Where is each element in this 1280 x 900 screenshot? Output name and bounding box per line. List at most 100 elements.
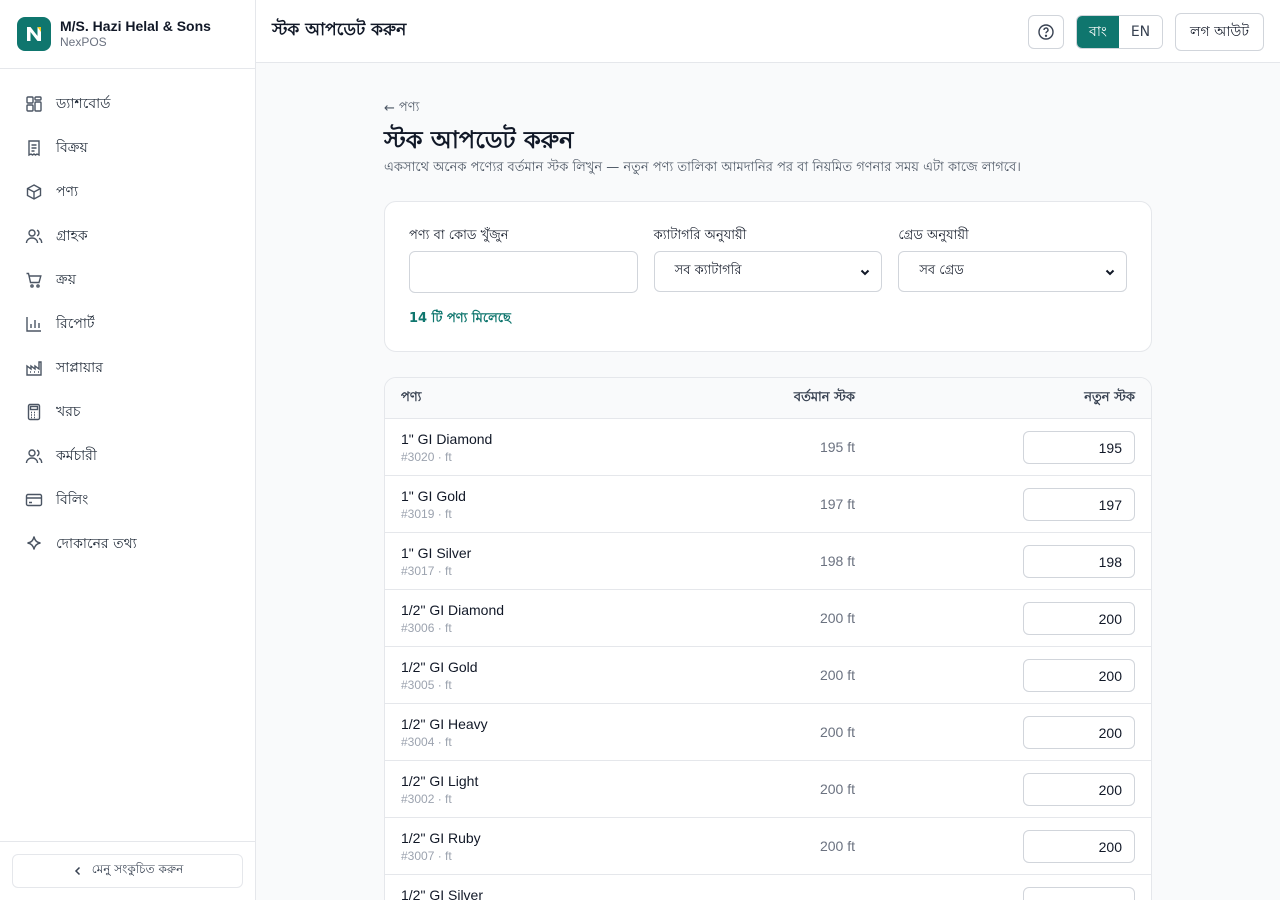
back-link-label: পণ্য [398,99,420,115]
page-description: একসাথে অনেক পণ্যের বর্তমান স্টক লিখুন — … [384,160,1021,175]
sidebar-item-reports[interactable]: রিপোর্ট [0,302,255,346]
table-row: 1/2" GI Heavy #3004 · ft 200 ft 200 [385,704,1151,761]
back-link[interactable]: ← পণ্য [384,99,1152,117]
table-row: 1/2" GI Silver [385,875,1151,900]
sidebar-item-purchases[interactable]: ক্রয় [0,258,255,302]
result-count: 14 টি পণ্য মিলেছে [409,311,511,326]
sparkle-icon [27,536,41,550]
product-name: 1/2" GI Gold [401,659,478,675]
collapse-menu-label: মেনু সংকুচিত করুন [91,862,184,876]
users-icon [25,229,43,244]
grade-select[interactable]: সব গ্রেড [898,251,1128,292]
product-meta: #3005 · ft [401,678,452,692]
sidebar-item-label: কর্মচারী [56,448,97,464]
chevron-left-icon [74,866,80,876]
calculator-icon [27,403,41,421]
app-name: NexPOS [60,35,107,49]
sidebar-item-label: গ্রাহক [56,228,88,244]
logo-icon [17,17,51,51]
logout-button[interactable]: লগ আউট [1175,13,1264,51]
product-meta: #3002 · ft [401,792,452,806]
product-name: 1/2" GI Diamond [401,602,505,618]
grade-select-value: সব গ্রেড [919,263,964,278]
sidebar-item-products[interactable]: পণ্য [0,170,255,214]
lang-bn-button[interactable]: বাং [1077,16,1119,48]
shop-name: M/S. Hazi Helal & Sons [60,18,211,34]
filter-card: পণ্য বা কোড খুঁজুন ক্যাটাগরি অনুযায়ী সব… [384,201,1152,352]
sidebar-nav: ড্যাশবোর্ড বিক্রয় পণ্য গ্রাহক ক্রয় রিপ… [0,69,255,566]
new-stock-input[interactable]: 200 [1023,830,1135,863]
current-stock: 197 ft [819,496,855,512]
table-row: 1/2" GI Ruby #3007 · ft 200 ft 200 [385,818,1151,875]
product-name: 1/2" GI Silver [401,887,483,900]
current-stock: 200 ft [819,610,855,626]
cart-icon [26,272,42,288]
current-stock: 200 ft [819,667,855,683]
collapse-menu-button[interactable]: মেনু সংকুচিত করুন [12,854,243,888]
header-title: স্টক আপডেট করুন [272,20,407,40]
new-stock-input[interactable]: 195 [1023,431,1135,464]
table-row: 1/2" GI Light #3002 · ft 200 ft 200 [385,761,1151,818]
new-stock-input[interactable]: 198 [1023,545,1135,578]
new-stock-input[interactable]: 197 [1023,488,1135,521]
search-label: পণ্য বা কোড খুঁজুন [409,228,509,243]
current-stock: 200 ft [819,724,855,740]
product-meta: #3019 · ft [401,507,452,521]
sidebar-item-customers[interactable]: গ্রাহক [0,214,255,258]
current-stock: 195 ft [819,439,855,455]
sidebar-item-dashboard[interactable]: ড্যাশবোর্ড [0,82,255,126]
col-new-header: নতুন স্টক [1084,389,1135,405]
dashboard-icon [26,96,42,112]
new-stock-input[interactable]: 200 [1023,659,1135,692]
stock-table: পণ্য বর্তমান স্টক নতুন স্টক 1" GI Diamon… [384,377,1152,900]
col-current-header: বর্তমান স্টক [793,389,855,405]
main-content: ← পণ্য স্টক আপডেট করুন একসাথে অনেক পণ্যে… [384,99,1152,900]
sidebar-item-label: ড্যাশবোর্ড [56,96,111,112]
sidebar-item-sales[interactable]: বিক্রয় [0,126,255,170]
product-meta: #3017 · ft [401,564,452,578]
arrow-left-icon: ← [384,100,395,116]
new-stock-input[interactable]: 200 [1023,773,1135,806]
credit-card-icon [25,493,43,507]
top-header: স্টক আপডেট করুন বাং EN লগ আউট [256,0,1280,63]
new-stock-input[interactable] [1023,887,1135,900]
sidebar-item-expenses[interactable]: খরচ [0,390,255,434]
table-row: 1/2" GI Diamond #3006 · ft 200 ft 200 [385,590,1151,647]
sidebar-footer: মেনু সংকুচিত করুন [0,841,255,900]
search-input[interactable] [409,251,638,293]
table-row: 1" GI Gold #3019 · ft 197 ft 197 [385,476,1151,533]
product-name: 1/2" GI Ruby [401,830,481,846]
table-row: 1" GI Diamond #3020 · ft 195 ft 195 [385,419,1151,476]
sidebar-item-label: বিক্রয় [56,140,88,156]
grade-label: গ্রেড অনুযায়ী [898,228,969,243]
sidebar-item-shop-info[interactable]: দোকানের তথ্য [0,522,255,566]
table-row: 1" GI Silver #3017 · ft 198 ft 198 [385,533,1151,590]
current-stock: 198 ft [819,553,855,569]
factory-icon [26,361,42,376]
new-stock-input[interactable]: 200 [1023,602,1135,635]
category-select[interactable]: সব ক্যাটাগরি [653,251,883,292]
language-toggle: বাং EN [1076,15,1163,49]
sidebar: M/S. Hazi Helal & Sons NexPOS ড্যাশবোর্ড… [0,0,256,900]
category-select-value: সব ক্যাটাগরি [674,263,742,278]
receipt-icon [28,140,40,157]
bar-chart-icon [26,317,41,332]
sidebar-item-billing[interactable]: বিলিং [0,478,255,522]
product-meta: #3020 · ft [401,450,452,464]
help-circle-icon [1038,24,1054,40]
sidebar-item-label: দোকানের তথ্য [56,536,137,552]
product-meta: #3004 · ft [401,735,452,749]
new-stock-input[interactable]: 200 [1023,716,1135,749]
product-name: 1" GI Diamond [401,431,493,447]
current-stock: 200 ft [819,838,855,854]
sidebar-item-employees[interactable]: কর্মচারী [0,434,255,478]
help-button[interactable] [1028,15,1064,49]
chevron-down-icon [1105,269,1115,275]
sidebar-item-suppliers[interactable]: সাপ্লায়ার [0,346,255,390]
box-icon [26,184,42,200]
table-row: 1/2" GI Gold #3005 · ft 200 ft 200 [385,647,1151,704]
product-name: 1/2" GI Heavy [401,716,488,732]
lang-en-button[interactable]: EN [1119,16,1162,48]
sidebar-item-label: বিলিং [56,492,89,508]
product-meta: #3006 · ft [401,621,452,635]
